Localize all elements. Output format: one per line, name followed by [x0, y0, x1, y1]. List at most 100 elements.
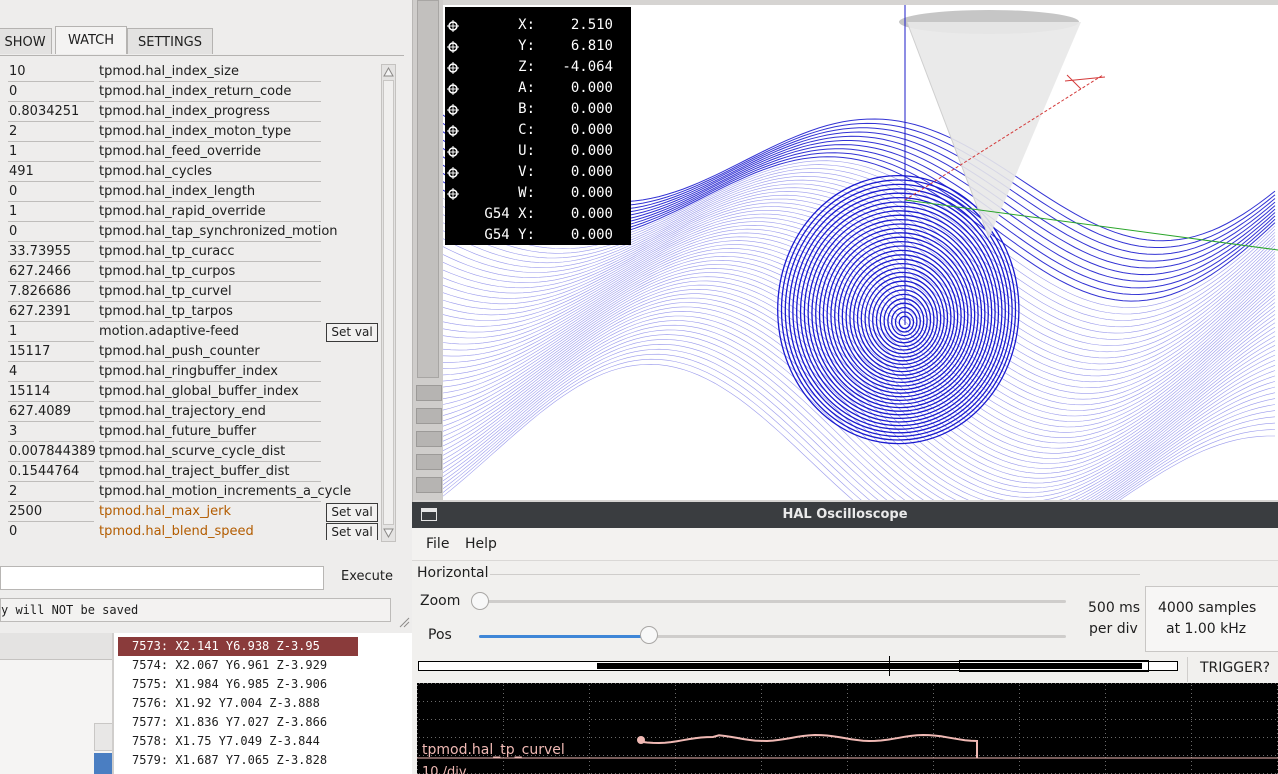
tab-settings[interactable]: SETTINGS: [127, 28, 213, 54]
watch-pin-name: tpmod.hal_index_return_code: [99, 84, 292, 99]
watch-pin-name: tpmod.hal_rapid_override: [99, 204, 266, 219]
watch-value: 491: [9, 164, 34, 179]
gcode-line[interactable]: 7574: X2.067 Y6.961 Z-3.929: [118, 656, 432, 675]
strip-button-2[interactable]: [416, 408, 442, 424]
background-header: [0, 633, 112, 660]
osc-menubar: File Help: [412, 528, 1278, 561]
gcode-line-current[interactable]: 7573: X2.141 Y6.938 Z-3.95: [118, 637, 358, 656]
dro-row: X: 2.510: [445, 17, 631, 38]
watch-value: 33.73955: [9, 244, 72, 259]
execute-button[interactable]: Execute: [331, 565, 403, 589]
watch-list: 10 tpmod.hal_index_size 0 tpmod.hal_index_r…: [4, 62, 380, 540]
watch-pin-name: tpmod.hal_scurve_cycle_dist: [99, 444, 286, 459]
dro-row: U: 0.000: [445, 143, 631, 164]
watch-value: 15114: [9, 384, 51, 399]
dro-axis-value: 2.510: [570, 17, 613, 33]
dro-axis-label: B:: [518, 101, 535, 117]
watch-row: 7.826686 tpmod.hal_tp_curvel: [4, 282, 380, 302]
watch-row: 0 tpmod.hal_tap_synchronized_motion: [4, 222, 380, 242]
zoom-slider[interactable]: [471, 591, 1071, 611]
scope-display[interactable]: tpmod.hal_tp_curvel 10 /div: [417, 683, 1278, 774]
watch-value: 10: [9, 64, 26, 79]
resize-grip-icon[interactable]: [398, 616, 410, 628]
trace-cursor-dot: [637, 736, 645, 744]
scroll-up-icon[interactable]: [383, 66, 394, 77]
watch-value: 0: [9, 184, 18, 199]
watch-pin-name: tpmod.hal_index_length: [99, 184, 256, 199]
strip-button-4[interactable]: [416, 454, 442, 470]
preview-toolbar-strip: [413, 0, 443, 500]
strip-button-1[interactable]: [416, 385, 442, 401]
dro-row: W: 0.000: [445, 185, 631, 206]
channel-name: tpmod.hal_tp_curvel: [422, 742, 565, 758]
samples-count: 4000 samples: [1158, 600, 1257, 616]
dro-axis-value: 6.810: [570, 38, 613, 54]
set-val-button[interactable]: Set val: [326, 323, 378, 342]
watch-row: 0.1544764 tpmod.hal_traject_buffer_dist: [4, 462, 380, 482]
zoom-slider-knob[interactable]: [471, 592, 489, 610]
axis-home-icon: [447, 41, 459, 53]
trigger-area[interactable]: TRIGGER?: [1187, 657, 1278, 682]
set-val-button[interactable]: Set val: [326, 503, 378, 522]
dro-axis-label: X:: [518, 17, 535, 33]
strip-button-3[interactable]: [416, 431, 442, 447]
pos-slider-knob[interactable]: [640, 626, 659, 644]
gcode-listing[interactable]: 7573: X2.141 Y6.938 Z-3.95 7574: X2.067 Y…: [112, 633, 414, 774]
watch-pin-name: motion.adaptive-feed: [99, 324, 240, 339]
dro-row: G54 Y: 0.000: [445, 227, 631, 248]
dro-axis-value: 0.000: [570, 122, 613, 138]
dro-row: B: 0.000: [445, 101, 631, 122]
watch-value: 3: [9, 424, 18, 439]
menu-help[interactable]: Help: [465, 536, 497, 552]
axis-home-icon: [447, 167, 459, 179]
dro-row: G54 X: 0.000: [445, 206, 631, 227]
axis-home-icon: [447, 146, 459, 158]
strip-scrollbar[interactable]: [417, 0, 439, 378]
time-per-div-unit: per div: [1089, 621, 1138, 637]
dro-row: C: 0.000: [445, 122, 631, 143]
gcode-line[interactable]: 7575: X1.984 Y6.985 Z-3.906: [118, 675, 432, 694]
tab-show[interactable]: SHOW: [0, 28, 52, 54]
axis-home-icon: [447, 83, 459, 95]
watch-row: 3 tpmod.hal_future_buffer: [4, 422, 380, 442]
gcode-line[interactable]: 7577: X1.836 Y7.027 Z-3.866: [118, 713, 432, 732]
dro-axis-label: W:: [518, 185, 535, 201]
channel-trace: [640, 733, 978, 758]
background-button: [94, 723, 114, 751]
dro-axis-value: -4.064: [562, 59, 613, 75]
command-input[interactable]: [0, 566, 324, 590]
gcode-line[interactable]: 7579: X1.687 Y7.065 Z-3.828: [118, 751, 432, 770]
watch-row: 1 tpmod.hal_feed_override: [4, 142, 380, 162]
dro-axis-label: V:: [518, 164, 535, 180]
watch-pin-name: tpmod.hal_ringbuffer_index: [99, 364, 278, 379]
scroll-down-icon[interactable]: [383, 528, 394, 539]
dro-axis-label: U:: [518, 143, 535, 159]
dro-axis-label: G54 X:: [484, 206, 535, 222]
time-per-div-value: 500 ms: [1088, 600, 1141, 616]
watch-value: 2: [9, 484, 18, 499]
watch-value: 0.007844389: [9, 444, 96, 459]
watch-value: 0.1544764: [9, 464, 80, 479]
samples-rate: at 1.00 kHz: [1166, 621, 1247, 637]
watch-value: 0.8034251: [9, 104, 80, 119]
dro-axis-value: 0.000: [570, 206, 613, 222]
watch-row: 2 tpmod.hal_motion_increments_a_cycle: [4, 482, 380, 502]
set-val-button[interactable]: Set val: [326, 523, 378, 540]
menu-file[interactable]: File: [426, 536, 449, 552]
gcode-line[interactable]: 7576: X1.92 Y7.004 Z-3.888: [118, 694, 432, 713]
watch-pin-name: tpmod.hal_cycles: [99, 164, 213, 179]
halshow-tabbar: SHOW WATCH SETTINGS: [0, 26, 412, 54]
record-position-bar[interactable]: [418, 656, 1178, 676]
watch-value: 0: [9, 524, 18, 539]
sample-rate-button[interactable]: 4000 samples at 1.00 kHz: [1145, 586, 1278, 652]
watch-scrollbar[interactable]: [381, 64, 396, 542]
watch-row: 33.73955 tpmod.hal_tp_curacc: [4, 242, 380, 262]
pos-slider[interactable]: [479, 626, 1071, 646]
osc-title: HAL Oscilloscope: [782, 507, 908, 522]
gcode-line[interactable]: 7578: X1.75 Y7.049 Z-3.844: [118, 732, 432, 751]
dro-axis-label: A:: [518, 80, 535, 96]
strip-button-5[interactable]: [416, 477, 442, 493]
tab-watch[interactable]: WATCH: [55, 26, 127, 54]
watch-row: 1 tpmod.hal_rapid_override: [4, 202, 380, 222]
scroll-thumb[interactable]: [383, 80, 394, 525]
